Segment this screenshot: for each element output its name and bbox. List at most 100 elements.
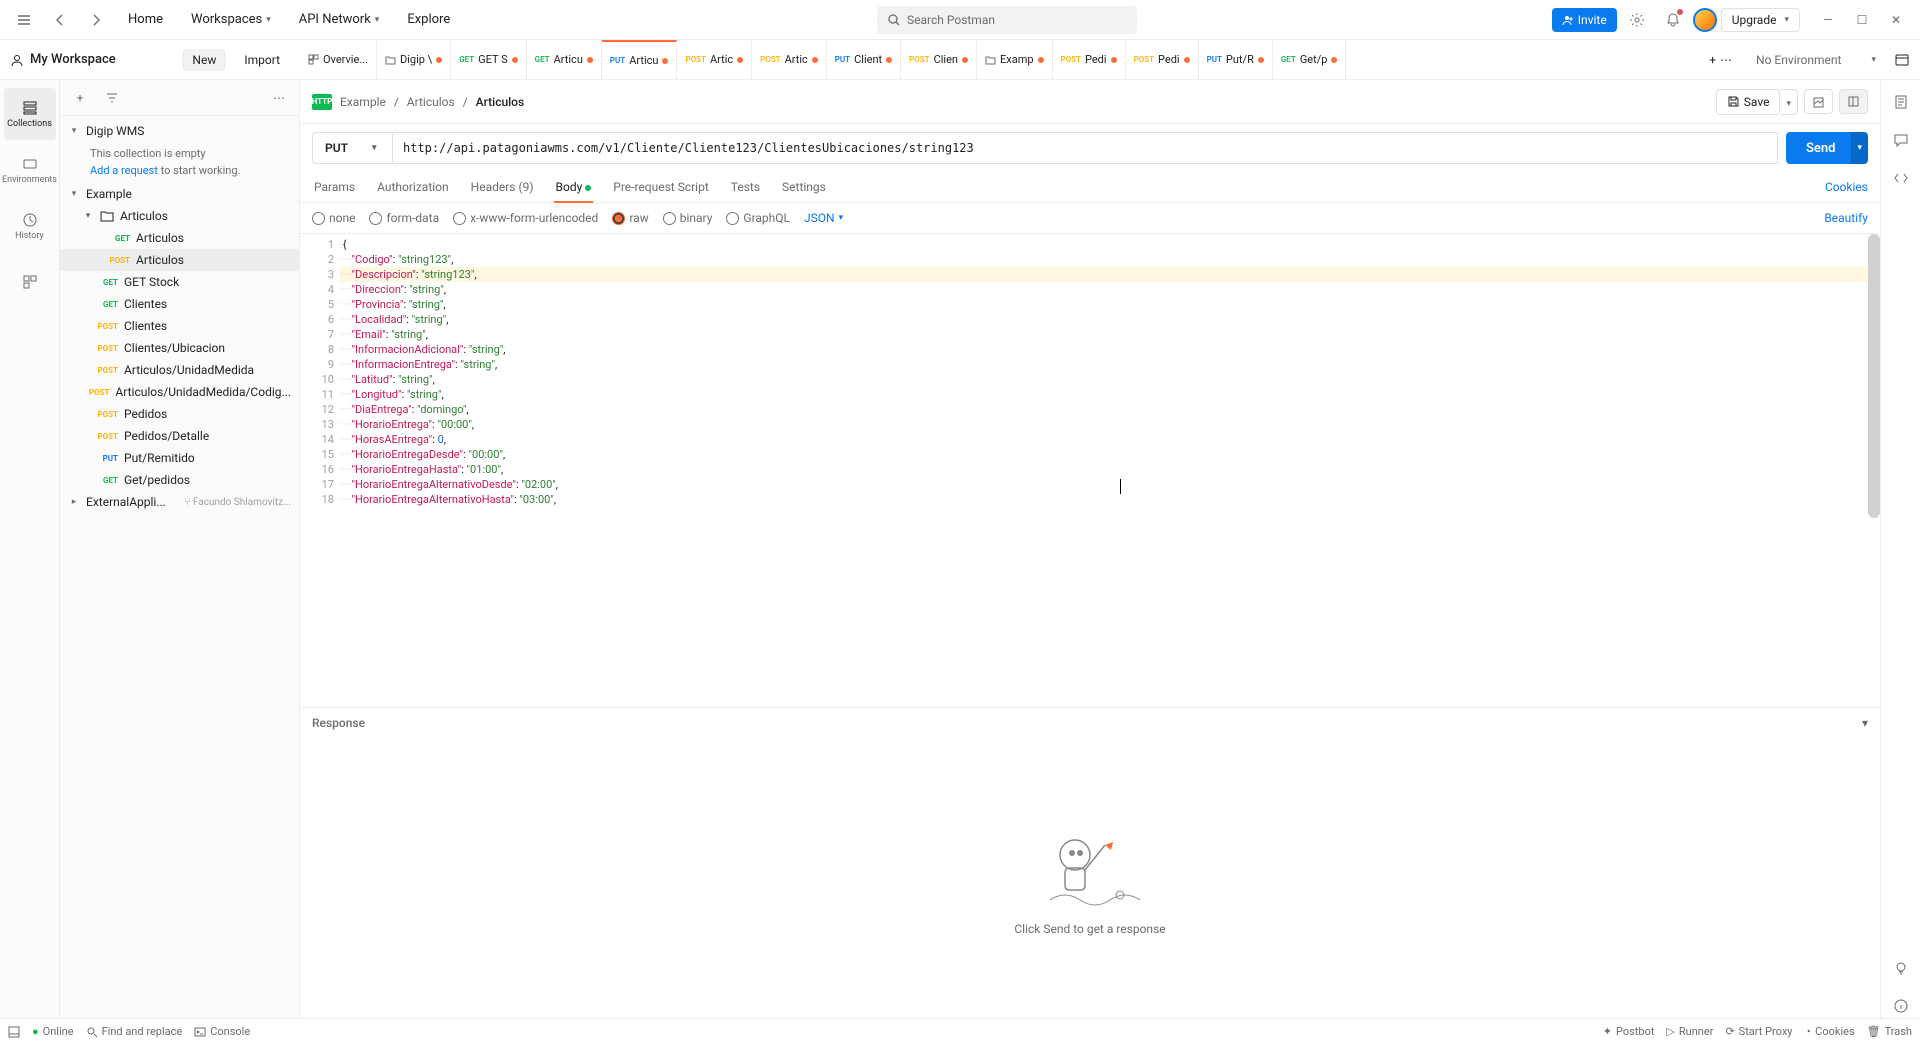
tab-item[interactable]: GETGET S [451, 40, 526, 79]
tab-body[interactable]: Body [554, 172, 594, 202]
status-online[interactable]: ●Online [32, 1025, 74, 1038]
status-runner[interactable]: ▷ Runner [1666, 1025, 1713, 1038]
window-minimize-icon[interactable]: — [1812, 8, 1844, 32]
docs-icon[interactable] [1889, 90, 1913, 114]
tab-authorization[interactable]: Authorization [375, 172, 451, 202]
new-button[interactable]: New [182, 49, 226, 71]
status-panel-icon[interactable] [8, 1026, 20, 1038]
tab-tests[interactable]: Tests [729, 172, 762, 202]
tab-item[interactable]: POSTClien [901, 40, 977, 79]
tab-prerequest[interactable]: Pre-request Script [611, 172, 710, 202]
environment-select[interactable]: No Environment▾ [1748, 49, 1884, 71]
hamburger-icon[interactable] [8, 4, 40, 36]
avatar[interactable] [1693, 8, 1717, 32]
body-format-select[interactable]: JSON▾ [804, 211, 843, 225]
tab-params[interactable]: Params [312, 172, 357, 202]
bell-icon[interactable] [1657, 4, 1689, 36]
tab-item[interactable]: POSTPedi [1126, 40, 1199, 79]
tab-item[interactable]: GETGet/p [1273, 40, 1347, 79]
tree-collection-external[interactable]: ▸ExternalAppli... ⑂ Facundo Shlamovitz..… [60, 491, 299, 513]
env-eye-icon[interactable] [1894, 52, 1910, 68]
beautify-button[interactable]: Beautify [1824, 211, 1868, 225]
tree-request-item[interactable]: POSTArticulos [60, 249, 299, 271]
tab-item[interactable]: PUTPut/R [1199, 40, 1273, 79]
send-dropdown[interactable]: ▾ [1851, 132, 1868, 164]
tab-item[interactable]: PUTArticu [602, 40, 678, 79]
tab-item[interactable]: Overvie... [300, 40, 377, 79]
tree-request-item[interactable]: GETGet/pedidos [60, 469, 299, 491]
tree-request-item[interactable]: GETClientes [60, 293, 299, 315]
tab-settings[interactable]: Settings [780, 172, 828, 202]
sidebar-filter-icon[interactable] [100, 86, 124, 110]
tree-collection-example[interactable]: ▾Example [60, 183, 299, 205]
nav-home[interactable]: Home [116, 4, 175, 36]
status-find[interactable]: Find and replace [86, 1025, 183, 1038]
global-search[interactable]: Search Postman [877, 6, 1137, 34]
body-raw[interactable]: raw [612, 211, 648, 225]
tree-request-item[interactable]: GETGET Stock [60, 271, 299, 293]
share-icon[interactable] [1804, 89, 1833, 114]
window-close-icon[interactable]: ✕ [1880, 8, 1912, 32]
tab-headers[interactable]: Headers (9) [469, 172, 536, 202]
status-cookies[interactable]: ◔ Cookies [1805, 1025, 1855, 1038]
tab-item[interactable]: Digip \ [377, 40, 451, 79]
window-maximize-icon[interactable]: ☐ [1846, 8, 1878, 32]
tab-item[interactable]: POSTArtic [677, 40, 752, 79]
url-input[interactable] [392, 132, 1778, 164]
tree-request-item[interactable]: PUTPut/Remitido [60, 447, 299, 469]
back-icon[interactable] [44, 4, 76, 36]
tab-item[interactable]: POSTArtic [752, 40, 827, 79]
status-proxy[interactable]: ⟳ Start Proxy [1725, 1025, 1792, 1038]
lightbulb-icon[interactable] [1889, 956, 1913, 980]
tree-request-item[interactable]: POSTClientes/Ubicacion [60, 337, 299, 359]
tree-request-item[interactable]: POSTArticulos/UnidadMedida [60, 359, 299, 381]
comments-icon[interactable] [1889, 128, 1913, 152]
save-button[interactable]: Save [1716, 89, 1781, 115]
tab-item[interactable]: Examp [977, 40, 1053, 79]
add-request-link[interactable]: Add a request [90, 164, 158, 177]
new-tab-icon[interactable]: + [1709, 53, 1716, 67]
body-graphql[interactable]: GraphQL [726, 211, 790, 225]
tree-request-item[interactable]: POSTClientes [60, 315, 299, 337]
settings-icon[interactable] [1621, 4, 1653, 36]
tab-item[interactable]: GETArticu [527, 40, 602, 79]
body-formdata[interactable]: form-data [369, 211, 439, 225]
code-icon[interactable] [1889, 166, 1913, 190]
info-icon[interactable] [1889, 994, 1913, 1018]
tree-collection-digip[interactable]: ▾Digip WMS [60, 120, 299, 142]
upgrade-button[interactable]: Upgrade▾ [1721, 8, 1800, 32]
response-collapse-icon[interactable]: ▾ [1862, 716, 1868, 730]
status-trash[interactable]: 🗑 Trash [1867, 1025, 1912, 1038]
tab-item[interactable]: PUTClient [827, 40, 901, 79]
status-postbot[interactable]: ✦ Postbot [1603, 1025, 1655, 1038]
tab-more-icon[interactable]: ⋯ [1720, 53, 1732, 67]
nav-explore[interactable]: Explore [395, 4, 462, 36]
sidebar-history-icon[interactable]: History [4, 200, 56, 252]
body-editor[interactable]: 123456789101112131415161718 ·{····"Codig… [300, 233, 1880, 707]
sidebar-environments-icon[interactable]: Environments [4, 144, 56, 196]
status-console[interactable]: Console [194, 1025, 250, 1038]
tree-request-item[interactable]: GETArticulos [60, 227, 299, 249]
view-icon[interactable] [1839, 89, 1868, 114]
method-select[interactable]: PUT▾ [312, 132, 392, 164]
workspace-name[interactable]: My Workspace [10, 52, 174, 67]
tree-request-item[interactable]: POSTArticulos/UnidadMedida/Codig... [60, 381, 299, 403]
invite-button[interactable]: Invite [1552, 8, 1617, 32]
sidebar-more-icon[interactable]: ⋯ [267, 86, 291, 110]
body-urlencoded[interactable]: x-www-form-urlencoded [453, 211, 598, 225]
sidebar-collections-icon[interactable]: Collections [4, 88, 56, 140]
crumb-2[interactable]: Articulos [407, 95, 455, 109]
send-button[interactable]: Send [1786, 132, 1856, 164]
nav-api-network[interactable]: API Network▾ [287, 4, 392, 36]
import-button[interactable]: Import [234, 49, 290, 71]
sidebar-more-icon[interactable] [4, 256, 56, 308]
editor-scrollbar[interactable] [1868, 234, 1880, 518]
tree-request-item[interactable]: POSTPedidos [60, 403, 299, 425]
sidebar-add-icon[interactable]: + [68, 86, 92, 110]
body-none[interactable]: none [312, 211, 355, 225]
cookies-link[interactable]: Cookies [1825, 172, 1868, 202]
nav-workspaces[interactable]: Workspaces▾ [179, 4, 283, 36]
tree-request-item[interactable]: POSTPedidos/Detalle [60, 425, 299, 447]
tab-item[interactable]: POSTPedi [1053, 40, 1126, 79]
forward-icon[interactable] [80, 4, 112, 36]
